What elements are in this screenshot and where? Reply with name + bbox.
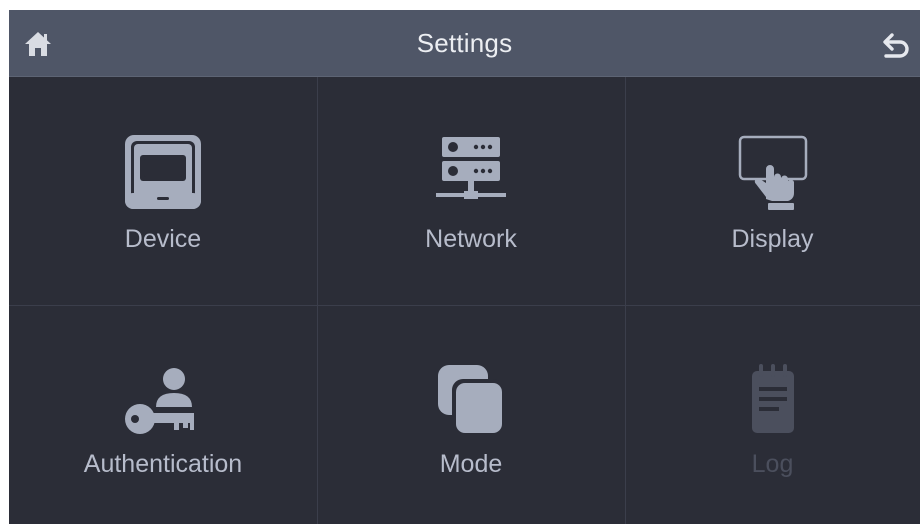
tile-label: Device — [124, 225, 202, 253]
tile-mode[interactable]: Mode — [317, 305, 625, 524]
tile-label: Mode — [439, 450, 503, 478]
settings-grid: Device Network Display Authentication Mo… — [9, 77, 920, 524]
notepad-log-icon — [751, 364, 794, 433]
tile-device[interactable]: Device — [9, 77, 317, 305]
tile-display[interactable]: Display — [625, 77, 920, 305]
tile-label: Authentication — [83, 450, 243, 478]
tile-label: Log — [751, 450, 794, 478]
touch-display-icon — [738, 135, 807, 210]
mode-layers-icon — [438, 365, 504, 433]
tile-log: Log — [625, 305, 920, 524]
back-arrow-icon — [883, 33, 909, 58]
top-bar: Settings — [9, 10, 920, 77]
tile-label: Network — [425, 225, 517, 253]
tile-authentication[interactable]: Authentication — [9, 305, 317, 524]
back-button[interactable] — [880, 30, 912, 60]
server-network-icon — [436, 137, 506, 199]
tile-network[interactable]: Network — [317, 77, 625, 305]
settings-screen: Settings Device Network Display Authenti… — [9, 10, 920, 524]
key-user-icon — [125, 368, 194, 434]
tile-label: Display — [731, 225, 814, 253]
page-title: Settings — [416, 28, 513, 58]
device-icon — [125, 135, 201, 209]
